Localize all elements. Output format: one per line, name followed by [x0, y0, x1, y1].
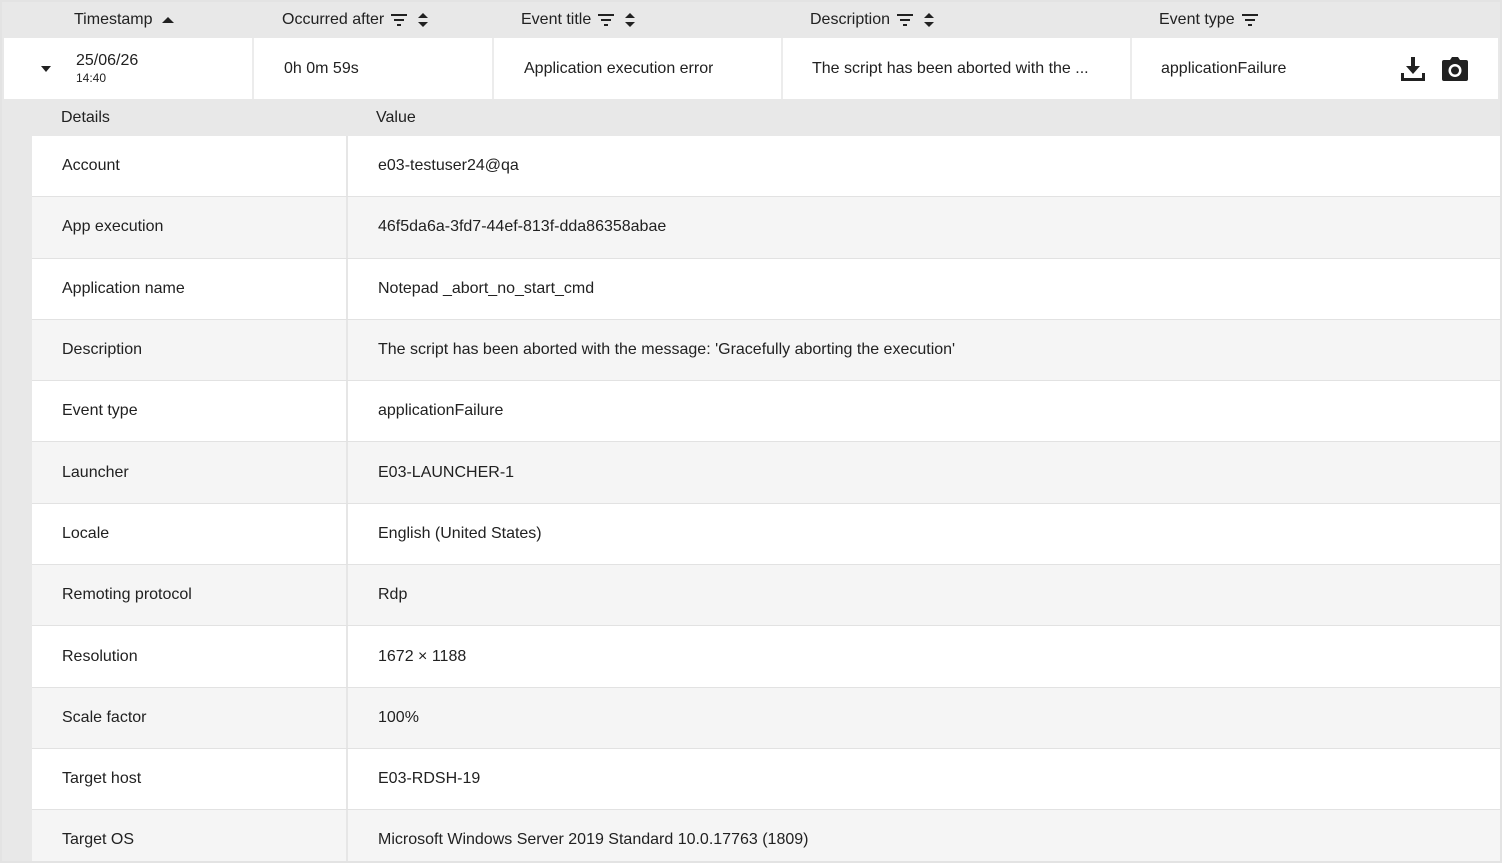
sort-toggle-icon[interactable] [920, 11, 938, 29]
table-header: Timestamp Occurred after Event title Des… [2, 2, 1500, 38]
details-table: Account e03-testuser24@qa App execution … [32, 136, 1500, 861]
column-divider [346, 626, 348, 687]
event-occurred-after: 0h 0m 59s [284, 59, 359, 77]
detail-value: E03-RDSH-19 [378, 770, 481, 788]
detail-row-scale-factor: Scale factor 100% [32, 687, 1500, 749]
detail-value: Notepad _abort_no_start_cmd [378, 279, 595, 297]
column-divider [346, 197, 348, 258]
column-divider [346, 748, 348, 810]
details-header: Details Value [2, 99, 1500, 136]
detail-value: e03-testuser24@qa [378, 157, 519, 175]
detail-row-target-os: Target OS Microsoft Windows Server 2019 … [32, 810, 1500, 861]
sort-ascending-icon[interactable] [159, 11, 177, 29]
detail-key: Locale [62, 524, 110, 542]
detail-row-launcher: Launcher E03-LAUNCHER-1 [32, 442, 1500, 504]
sort-toggle-icon[interactable] [621, 11, 639, 29]
detail-key: Application name [62, 279, 185, 297]
event-type: applicationFailure [1161, 59, 1287, 77]
sort-toggle-icon[interactable] [414, 11, 432, 29]
column-divider [346, 381, 348, 442]
detail-key: Remoting protocol [62, 586, 192, 604]
value-column-label: Value [376, 108, 416, 126]
column-description-label: Description [810, 11, 891, 28]
column-event-type[interactable]: Event type [1159, 2, 1259, 38]
column-event-title[interactable]: Event title [521, 2, 639, 38]
column-divider [346, 503, 348, 565]
column-divider [346, 319, 348, 381]
detail-row-remoting-protocol: Remoting protocol Rdp [32, 565, 1500, 627]
detail-value: applicationFailure [378, 402, 504, 420]
detail-key: Resolution [62, 647, 138, 665]
detail-value: Microsoft Windows Server 2019 Standard 1… [378, 831, 809, 849]
event-date: 25/06/26 [76, 52, 139, 69]
detail-row-description: Description The script has been aborted … [32, 319, 1500, 382]
detail-key: Target OS [62, 831, 135, 849]
detail-key: Description [62, 341, 143, 359]
detail-value: 1672 × 1188 [378, 647, 467, 665]
detail-key: App execution [62, 218, 164, 236]
column-description[interactable]: Description [810, 2, 938, 38]
detail-value: The script has been aborted with the mes… [378, 341, 956, 359]
detail-key: Target host [62, 770, 142, 788]
download-icon[interactable] [1398, 54, 1428, 84]
detail-row-target-host: Target host E03-RDSH-19 [32, 748, 1500, 811]
detail-row-account: Account e03-testuser24@qa [32, 136, 1500, 198]
event-row[interactable]: 25/06/26 14:40 0h 0m 59s Application exe… [4, 38, 1498, 99]
column-divider [346, 442, 348, 503]
camera-icon[interactable] [1440, 54, 1470, 84]
detail-key: Scale factor [62, 708, 147, 726]
column-occurred-after[interactable]: Occurred after [282, 2, 432, 38]
filter-icon[interactable] [896, 11, 914, 29]
filter-icon[interactable] [1241, 11, 1259, 29]
detail-row-app-execution: App execution 46f5da6a-3fd7-44ef-813f-dd… [32, 197, 1500, 259]
event-description: The script has been aborted with the ... [812, 59, 1089, 77]
detail-value: 46f5da6a-3fd7-44ef-813f-dda86358abae [378, 218, 667, 236]
column-divider [346, 565, 348, 626]
column-event-type-label: Event type [1159, 11, 1235, 28]
event-title: Application execution error [524, 59, 714, 77]
filter-icon[interactable] [390, 11, 408, 29]
detail-key: Event type [62, 402, 138, 420]
column-event-title-label: Event title [521, 11, 592, 28]
detail-value: Rdp [378, 586, 408, 604]
column-divider [252, 38, 254, 99]
filter-icon[interactable] [597, 11, 615, 29]
details-column-label: Details [61, 108, 110, 126]
event-log-table: Timestamp Occurred after Event title Des… [0, 0, 1502, 863]
column-timestamp-label: Timestamp [74, 11, 153, 28]
detail-value: E03-LAUNCHER-1 [378, 463, 515, 481]
collapse-chevron-icon[interactable] [38, 61, 54, 77]
column-divider [1130, 38, 1132, 99]
column-divider [346, 810, 348, 861]
detail-key: Account [62, 157, 120, 175]
detail-row-resolution: Resolution 1672 × 1188 [32, 626, 1500, 688]
column-divider [781, 38, 783, 99]
detail-row-event-type: Event type applicationFailure [32, 381, 1500, 443]
column-timestamp[interactable]: Timestamp [74, 2, 177, 38]
column-divider [346, 687, 348, 748]
detail-key: Launcher [62, 463, 129, 481]
column-occurred-after-label: Occurred after [282, 11, 385, 28]
detail-value: English (United States) [378, 524, 542, 542]
detail-row-locale: Locale English (United States) [32, 503, 1500, 566]
event-time: 14:40 [76, 71, 107, 85]
column-divider [346, 258, 348, 319]
detail-value: 100% [378, 708, 419, 726]
column-divider [492, 38, 494, 99]
column-divider [346, 136, 348, 197]
detail-row-application-name: Application name Notepad _abort_no_start… [32, 258, 1500, 320]
